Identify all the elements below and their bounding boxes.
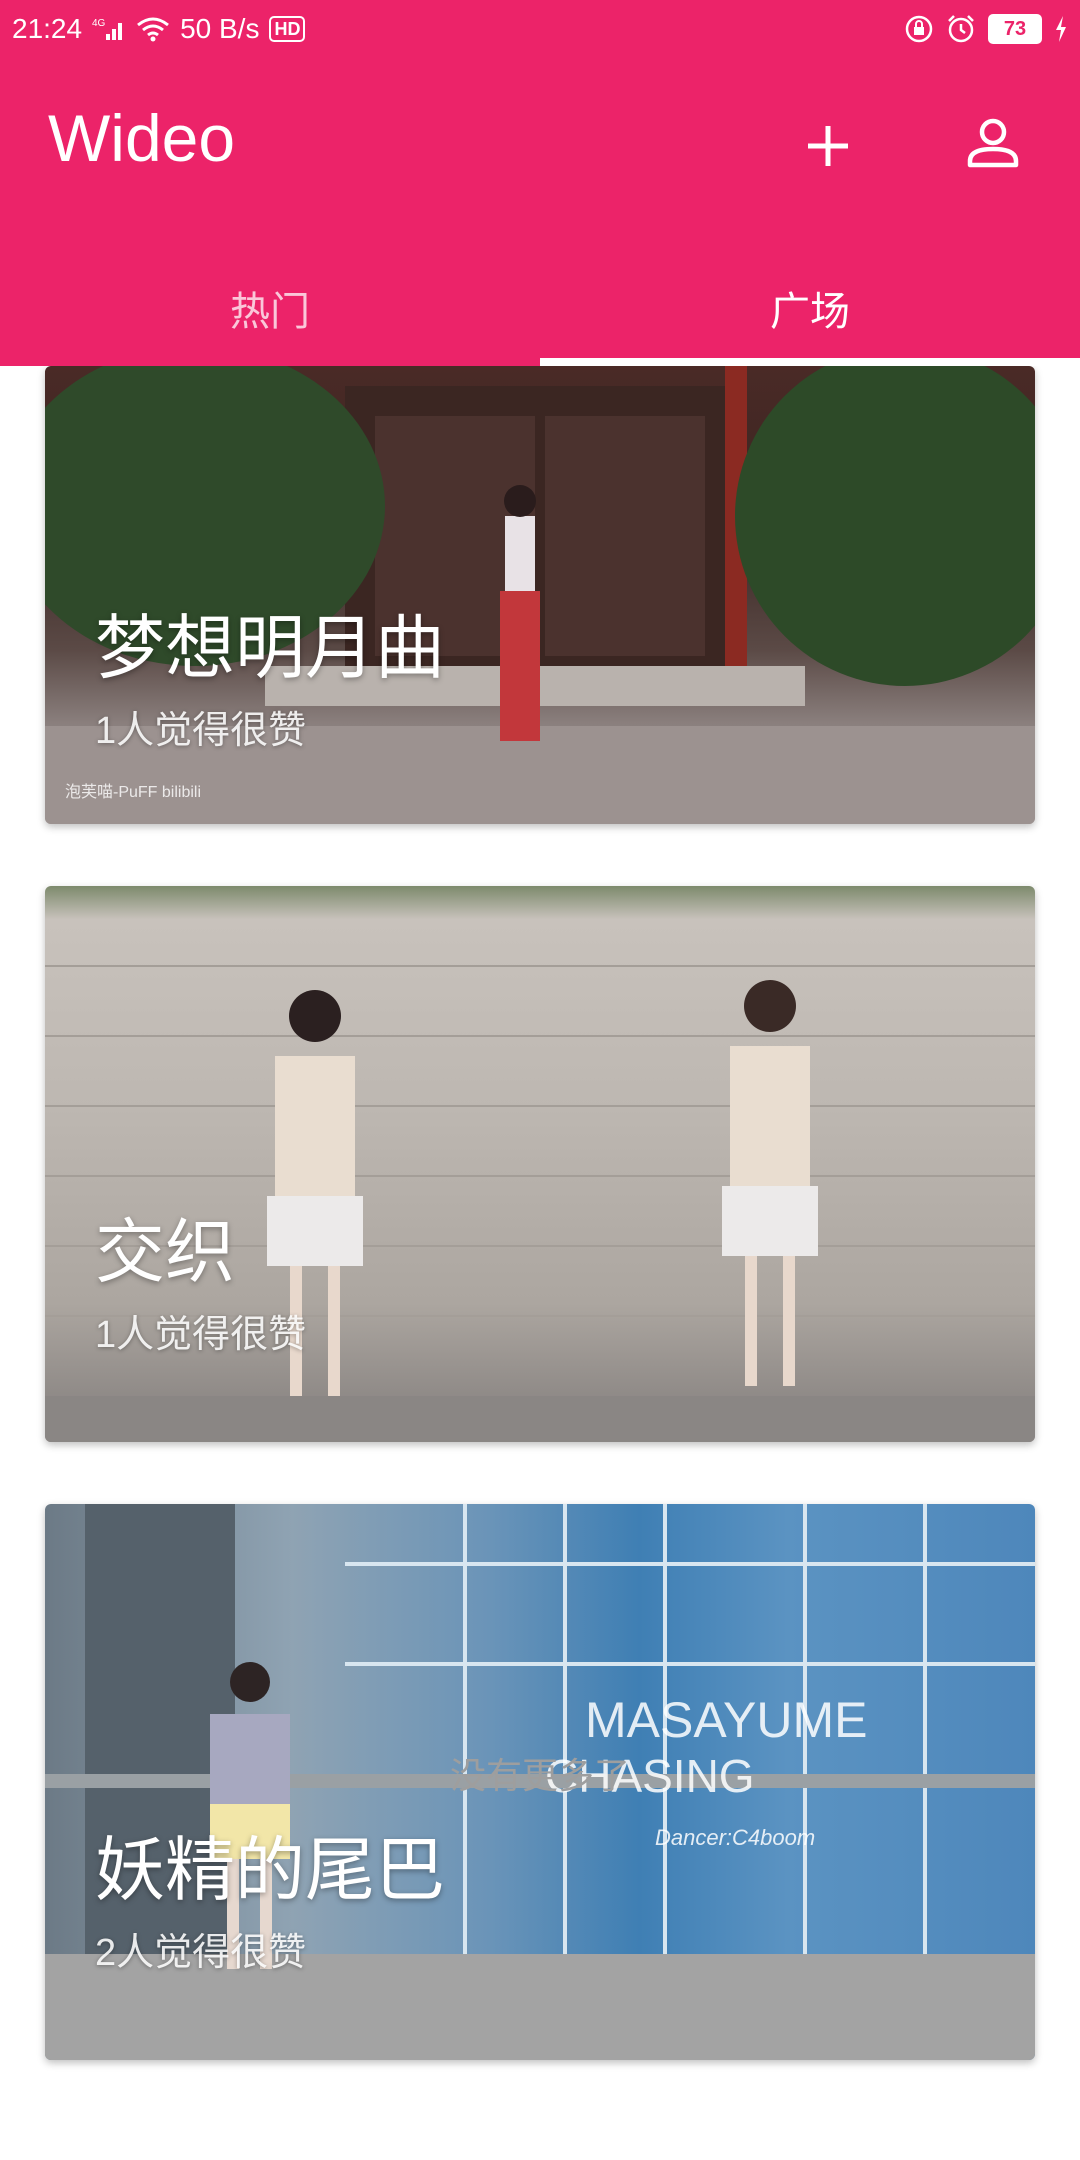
alarm-icon — [946, 14, 976, 44]
status-time: 21:24 — [12, 13, 83, 44]
tab-bar: 热门 广场 — [0, 250, 1080, 366]
status-right: 73 — [904, 0, 1068, 58]
add-video-button[interactable] — [790, 108, 866, 184]
hd-label: HD — [274, 19, 301, 39]
video-watermark: 泡芙喵-PuFF bilibili — [65, 784, 202, 801]
network-speed: 50 B/s — [180, 13, 260, 44]
tab-hot[interactable]: 热门 — [0, 250, 540, 366]
card-text: 梦想明月曲 1人觉得很赞 — [95, 606, 445, 756]
card-text: 交织 1人觉得很赞 — [95, 1210, 306, 1360]
app-header: 21:24 4G 50 B/s HD 73 Wideo 热门 广场 — [0, 0, 1080, 366]
tab-square[interactable]: 广场 — [540, 250, 1080, 366]
person-icon — [967, 118, 1019, 168]
tab-square-label: 广场 — [770, 290, 850, 334]
toolbar: Wideo — [0, 58, 1080, 218]
end-of-list-text: 没有更多了 — [449, 1755, 630, 1796]
app-root: 21:24 4G 50 B/s HD 73 Wideo 热门 广场 梦想明月曲 … — [0, 0, 1080, 2160]
overlay-line-1: MASAYUME — [585, 1692, 868, 1748]
card-text: 妖精的尾巴 2人觉得很赞 — [95, 1828, 445, 1978]
video-feed[interactable]: 梦想明月曲 1人觉得很赞 泡芙喵-PuFF bilibili 交织 1人觉得很赞… — [0, 366, 1080, 2160]
signal-icon: 4G — [92, 16, 126, 42]
status-bar: 21:24 4G 50 B/s HD 73 — [0, 0, 1080, 58]
video-overlay-text: Dancer:C4boom — [655, 1824, 815, 1852]
charging-icon — [1054, 15, 1068, 43]
tab-hot-label: 热门 — [230, 290, 310, 334]
video-overlay-text: MASAYUME — [585, 1692, 867, 1748]
wifi-icon — [136, 16, 170, 42]
plus-icon — [808, 126, 848, 166]
video-likes: 2人觉得很赞 — [95, 1932, 307, 1974]
app-title: Wideo — [48, 101, 236, 175]
overlay-line-3: Dancer:C4boom — [655, 1825, 816, 1850]
tab-indicator — [540, 358, 1080, 366]
battery-level: 73 — [988, 14, 1042, 44]
status-left: 21:24 4G 50 B/s HD — [12, 0, 306, 58]
video-card[interactable]: 梦想明月曲 1人觉得很赞 泡芙喵-PuFF bilibili — [45, 366, 1035, 824]
hd-icon: HD — [269, 16, 306, 42]
video-card[interactable]: 交织 1人觉得很赞 — [45, 886, 1035, 1442]
svg-text:4G: 4G — [92, 18, 106, 29]
video-title: 妖精的尾巴 — [95, 1831, 445, 1909]
video-likes: 1人觉得很赞 — [95, 1314, 307, 1356]
video-title: 梦想明月曲 — [95, 609, 445, 687]
video-title: 交织 — [95, 1213, 235, 1291]
profile-button[interactable] — [955, 104, 1031, 180]
rotation-lock-icon — [904, 14, 934, 44]
video-likes: 1人觉得很赞 — [95, 710, 307, 752]
